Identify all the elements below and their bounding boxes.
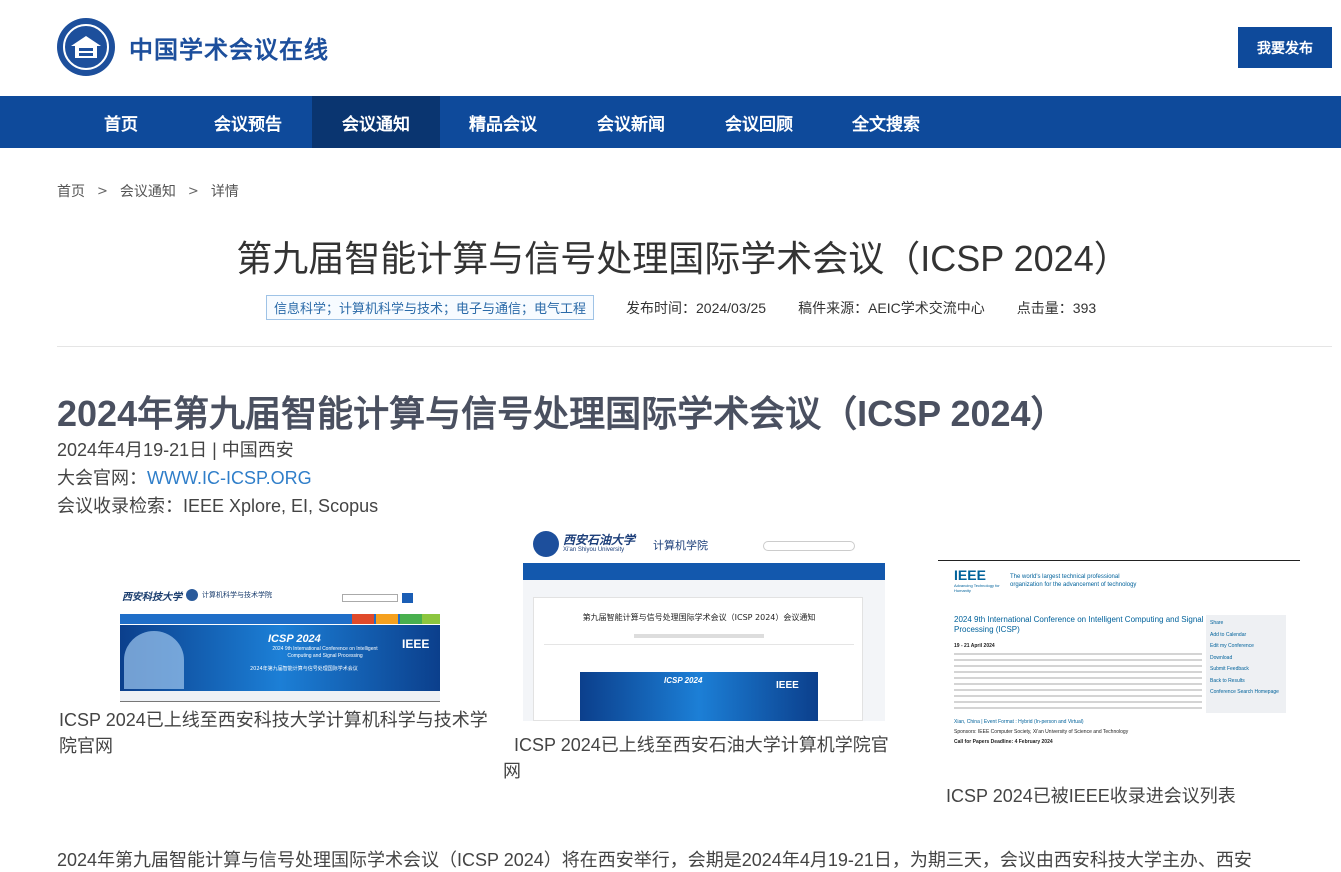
nav-item-search[interactable]: 全文搜索 xyxy=(822,96,950,148)
article-paragraph: 2024年第九届智能计算与信号处理国际学术会议（ICSP 2024）将在西安举行… xyxy=(57,850,1252,870)
xsyu-school-en: Xi'an Shiyou University xyxy=(563,547,625,553)
ieee-description-text xyxy=(954,653,1202,711)
ieee-sponsors: Sponsors: IEEE Computer Society, Xi'an U… xyxy=(954,729,1129,735)
website-link[interactable]: WWW.IC-ICSP.ORG xyxy=(147,468,312,488)
xsyu-notice-title: 第九届智能计算与信号处理国际学术会议（ICSP 2024）会议通知 xyxy=(582,613,816,622)
ieee-logo: IEEE xyxy=(776,680,799,691)
index-line: 会议收录检索：IEEE Xplore, EI, Scopus xyxy=(57,496,379,516)
site-name: 中国学术会议在线 xyxy=(129,35,329,64)
breadcrumb-separator: > xyxy=(97,183,108,199)
article-title: 2024年第九届智能计算与信号处理国际学术会议（ICSP 2024） xyxy=(57,393,1067,434)
nav-item-preview[interactable]: 会议预告 xyxy=(184,96,312,148)
xust-banner-text: 2024 9th International Conference on Int… xyxy=(272,646,378,659)
screenshot-ieee[interactable]: IEEE Advancing Technology for Humanity T… xyxy=(938,560,1300,750)
nav-item-featured[interactable]: 精品会议 xyxy=(439,96,567,148)
meta-row: 信息科学；计算机科学与技术；电子与通信；电气工程 发布时间：2024/03/25… xyxy=(266,295,1097,320)
site-header: 中国学术会议在线 我要发布 xyxy=(0,0,1341,96)
ieee-share-link: Share xyxy=(1210,620,1224,626)
nav-item-news[interactable]: 会议新闻 xyxy=(567,96,695,148)
ieee-edit-link: Edit my Conference xyxy=(1210,643,1254,649)
ieee-download-link: Download xyxy=(1210,654,1233,661)
caption-xsyu: ICSP 2024已上线至西安石油大学计算机学院官网 xyxy=(503,735,889,781)
nav-item-home[interactable]: 首页 xyxy=(57,96,185,148)
divider xyxy=(57,346,1332,347)
ieee-deadline: Call for Papers Deadline: 4 February 202… xyxy=(954,739,1053,745)
website-line: 大会官网：WWW.IC-ICSP.ORG xyxy=(57,468,312,488)
ieee-slogan: The world's largest technical profession… xyxy=(1010,574,1137,588)
screenshot-xsyu[interactable]: 西安石油大学 Xi'an Shiyou University 计算机学院 第九届… xyxy=(523,525,885,721)
view-count: 点击量：393 xyxy=(1016,299,1097,316)
date-location: 2024年4月19-21日 | 中国西安 xyxy=(57,440,294,460)
ieee-tagline: Advancing Technology for Humanity xyxy=(954,583,1000,593)
ieee-conf-date: 19 - 21 April 2024 xyxy=(954,643,995,649)
xsyu-college-name: 计算机学院 xyxy=(653,539,708,552)
xust-nav-bar xyxy=(120,614,440,624)
ieee-calendar-link: Add to Calendar xyxy=(1210,631,1247,638)
page-title: 第九届智能计算与信号处理国际学术会议（ICSP 2024） xyxy=(236,238,1130,279)
xsyu-banner: ICSP 2024 IEEE xyxy=(580,672,818,721)
xust-banner: ICSP 2024 2024 9th International Confere… xyxy=(120,625,440,691)
xsyu-search-input xyxy=(763,541,855,551)
breadcrumb-separator: > xyxy=(187,183,199,199)
xust-search-input xyxy=(342,594,398,602)
breadcrumb-current: 详情 xyxy=(210,184,239,200)
xust-college-name: 计算机科学与技术学院 xyxy=(202,591,272,599)
ieee-logo: IEEE xyxy=(402,637,430,651)
publish-time: 发布时间：2024/03/25 xyxy=(626,299,767,316)
article-source: 稿件来源：AEIC学术交流中心 xyxy=(798,299,985,316)
nav-item-review[interactable]: 会议回顾 xyxy=(695,96,823,148)
publish-button[interactable]: 我要发布 xyxy=(1238,27,1332,68)
ieee-side-links: Share Add to Calendar Edit my Conference… xyxy=(1206,615,1286,713)
xsyu-nav-bar xyxy=(523,563,885,580)
breadcrumb-notices[interactable]: 会议通知 xyxy=(120,181,176,201)
breadcrumb-home[interactable]: 首页 xyxy=(57,181,85,201)
subject-tags[interactable]: 信息科学；计算机科学与技术；电子与通信；电气工程 xyxy=(266,295,595,320)
main-nav: 首页 会议预告 会议通知 精品会议 会议新闻 会议回顾 全文搜索 xyxy=(0,96,1341,148)
xsyu-banner-title: ICSP 2024 xyxy=(664,676,703,685)
xsyu-notice-card: 第九届智能计算与信号处理国际学术会议（ICSP 2024）会议通知 ICSP 2… xyxy=(533,597,863,721)
ieee-conf-title: 2024 9th International Conference on Int… xyxy=(954,615,1204,634)
ieee-logo: IEEE xyxy=(954,567,986,583)
xust-banner-title: ICSP 2024 xyxy=(268,633,321,645)
ieee-search-link: Conference Search Homepage xyxy=(1210,689,1279,695)
xust-search-icon xyxy=(402,593,413,603)
caption-xust: ICSP 2024已上线至西安科技大学计算机科学与技术学院官网 xyxy=(59,710,488,756)
ieee-back-link: Back to Results xyxy=(1210,677,1245,684)
xust-emblem-icon xyxy=(186,589,198,601)
xsyu-emblem-icon xyxy=(533,531,559,557)
ieee-feedback-link: Submit Feedback xyxy=(1210,666,1249,672)
robot-image xyxy=(124,631,184,689)
logo-emblem-icon xyxy=(57,18,115,76)
xust-banner-cn: 2024年第九届智能计算与信号处理国际学术会议 xyxy=(250,666,358,672)
xust-school-name: 西安科技大学 xyxy=(122,591,182,603)
ieee-location: Xian, China | Event Format : Hybrid (In-… xyxy=(954,719,1084,725)
caption-ieee: ICSP 2024已被IEEE收录进会议列表 xyxy=(946,786,1236,806)
nav-item-notices[interactable]: 会议通知 xyxy=(312,96,440,148)
breadcrumb: 首页 > 会议通知 > 详情 xyxy=(57,181,239,201)
screenshot-xust[interactable]: 西安科技大学 计算机科学与技术学院 ICSP 2024 2024 9th Int… xyxy=(120,580,440,702)
site-logo[interactable]: 中国学术会议在线 xyxy=(57,18,329,76)
xsyu-school-name: 西安石油大学 xyxy=(563,533,636,547)
